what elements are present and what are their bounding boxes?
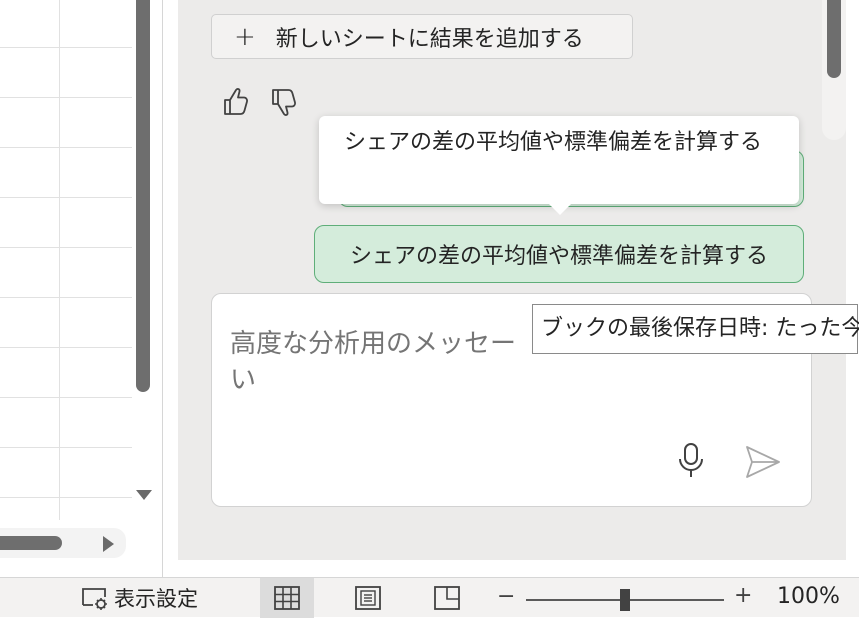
grid-row-line [0, 97, 132, 98]
page-layout-view-button[interactable] [341, 578, 395, 618]
display-settings-label: 表示設定 [114, 587, 198, 611]
suggestion-tooltip: シェアの差の平均値や標準偏差を計算する [319, 116, 799, 204]
scroll-right-arrow-icon[interactable] [103, 536, 114, 552]
grid-row-line [0, 197, 132, 198]
tooltip-pointer [548, 203, 572, 215]
normal-view-icon [274, 586, 300, 610]
send-icon[interactable] [744, 444, 782, 480]
last-saved-tooltip: ブックの最後保存日時: たった今 [532, 304, 859, 354]
normal-view-button[interactable] [260, 578, 314, 618]
vertical-scroll-thumb[interactable] [136, 0, 150, 392]
grid-column-line [59, 0, 60, 520]
zoom-slider-thumb[interactable] [620, 589, 630, 611]
suggestion-chip-label: シェアの差の平均値や標準偏差を計算する [349, 244, 768, 269]
copilot-scroll-thumb[interactable] [827, 0, 841, 78]
plus-icon: + [234, 21, 256, 52]
grid-row-line [0, 47, 132, 48]
add-to-new-sheet-button[interactable]: + 新しいシートに結果を追加する [211, 14, 633, 59]
add-to-new-sheet-label: 新しいシートに結果を追加する [275, 26, 584, 52]
grid-row-line [0, 347, 132, 348]
composer-placeholder-line2: い [230, 365, 257, 395]
page-layout-view-icon [355, 586, 381, 610]
display-settings-button[interactable]: 表示設定 [80, 578, 198, 618]
suggestion-chip-button[interactable]: シェアの差の平均値や標準偏差を計算する [314, 225, 804, 283]
grid-row-line [0, 247, 132, 248]
status-bar: 表示設定 − + 100% [0, 577, 859, 618]
zoom-out-button[interactable]: − [497, 584, 515, 609]
worksheet-grid[interactable] [0, 0, 132, 520]
page-break-preview-icon [434, 586, 460, 610]
grid-row-line [0, 147, 132, 148]
grid-row-line [0, 497, 132, 498]
vertical-scrollbar[interactable] [132, 0, 154, 520]
horizontal-scrollbar[interactable] [0, 528, 126, 558]
thumbs-up-icon[interactable] [221, 86, 249, 118]
page-break-preview-button[interactable] [420, 578, 474, 618]
pane-divider[interactable] [162, 0, 163, 577]
grid-row-line [0, 447, 132, 448]
display-settings-icon [82, 588, 107, 610]
microphone-icon[interactable] [676, 442, 706, 480]
horizontal-scroll-thumb[interactable] [0, 536, 62, 550]
zoom-level[interactable]: 100% [777, 584, 840, 609]
scroll-down-arrow-icon[interactable] [136, 490, 152, 500]
grid-row-line [0, 297, 132, 298]
zoom-in-button[interactable]: + [734, 583, 752, 608]
grid-row-line [0, 397, 132, 398]
thumbs-down-icon[interactable] [269, 86, 297, 118]
